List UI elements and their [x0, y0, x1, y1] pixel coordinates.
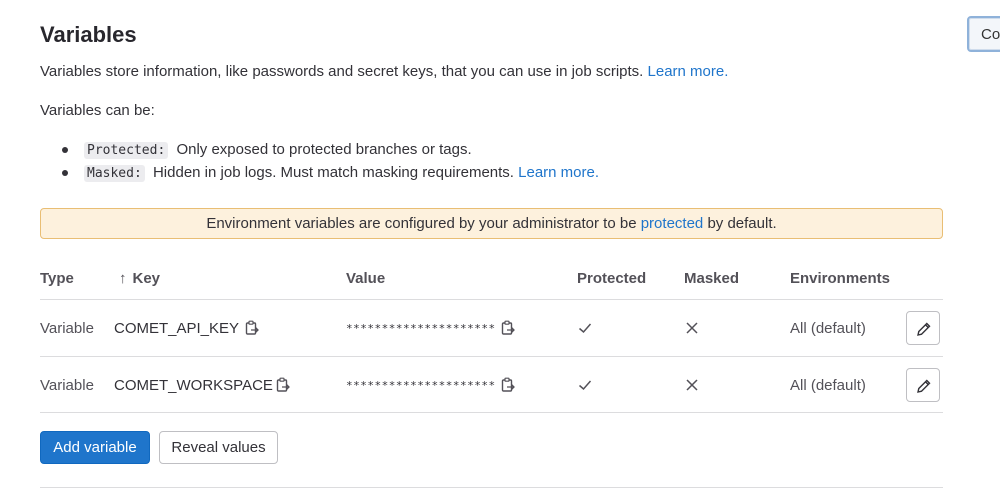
- header-divider: [40, 299, 943, 300]
- check-icon: [579, 323, 592, 334]
- header-key[interactable]: ↑ Key: [119, 270, 160, 287]
- list-item-protected: Protected: Only exposed to protected bra…: [62, 138, 599, 161]
- row-value-masked: *********************: [346, 379, 496, 392]
- copy-to-clipboard-icon[interactable]: [276, 377, 290, 393]
- protected-description: Only exposed to protected branches or ta…: [176, 141, 472, 158]
- header-key-label: Key: [132, 270, 161, 287]
- row-key: COMET_WORKSPACE: [114, 377, 273, 394]
- variable-types-list: Protected: Only exposed to protected bra…: [62, 138, 599, 184]
- edit-variable-button[interactable]: [906, 311, 940, 345]
- header-environments: Environments: [790, 270, 891, 287]
- row-type: Variable: [40, 320, 94, 337]
- header-value: Value: [346, 270, 386, 287]
- section-description: Variables store information, like passwo…: [40, 63, 728, 80]
- masked-code: Masked:: [84, 165, 145, 182]
- masking-learn-more-link[interactable]: Learn more.: [518, 164, 599, 181]
- edit-variable-button[interactable]: [906, 368, 940, 402]
- protected-link[interactable]: protected: [641, 215, 704, 232]
- alert-text-before: Environment variables are configured by …: [206, 215, 637, 232]
- masked-description: Hidden in job logs. Must match masking r…: [152, 164, 514, 181]
- protected-default-alert: Environment variables are configured by …: [40, 208, 943, 239]
- row-key: COMET_API_KEY: [114, 320, 240, 337]
- section-title: Variables: [40, 22, 137, 47]
- header-masked: Masked: [684, 270, 740, 287]
- row-environment: All (default): [790, 377, 866, 394]
- row-type: Variable: [40, 377, 94, 394]
- table-bottom-divider: [40, 412, 943, 413]
- collapse-button[interactable]: Co: [967, 16, 1000, 52]
- close-icon: [686, 379, 698, 391]
- alert-text-after: by default.: [707, 215, 777, 232]
- variables-can-be-text: Variables can be:: [40, 102, 155, 119]
- protected-code: Protected:: [84, 142, 169, 159]
- row-value-masked: *********************: [346, 322, 496, 335]
- pencil-icon: [917, 322, 931, 336]
- description-text: Variables store information, like passwo…: [40, 63, 644, 80]
- close-icon: [686, 322, 698, 334]
- row-divider: [40, 356, 943, 357]
- row-environment: All (default): [790, 320, 866, 337]
- section-bottom-divider: [40, 487, 943, 488]
- reveal-values-button[interactable]: Reveal values: [159, 431, 278, 464]
- sort-ascending-icon: ↑: [119, 270, 127, 287]
- learn-more-link[interactable]: Learn more.: [648, 63, 729, 80]
- add-variable-button[interactable]: Add variable: [40, 431, 150, 464]
- pencil-icon: [917, 379, 931, 393]
- copy-to-clipboard-icon[interactable]: [245, 320, 259, 336]
- list-item-masked: Masked: Hidden in job logs. Must match m…: [62, 161, 599, 184]
- header-type: Type: [40, 270, 74, 287]
- check-icon: [579, 380, 592, 391]
- copy-to-clipboard-icon[interactable]: [501, 377, 515, 393]
- header-protected: Protected: [577, 270, 647, 287]
- copy-to-clipboard-icon[interactable]: [501, 320, 515, 336]
